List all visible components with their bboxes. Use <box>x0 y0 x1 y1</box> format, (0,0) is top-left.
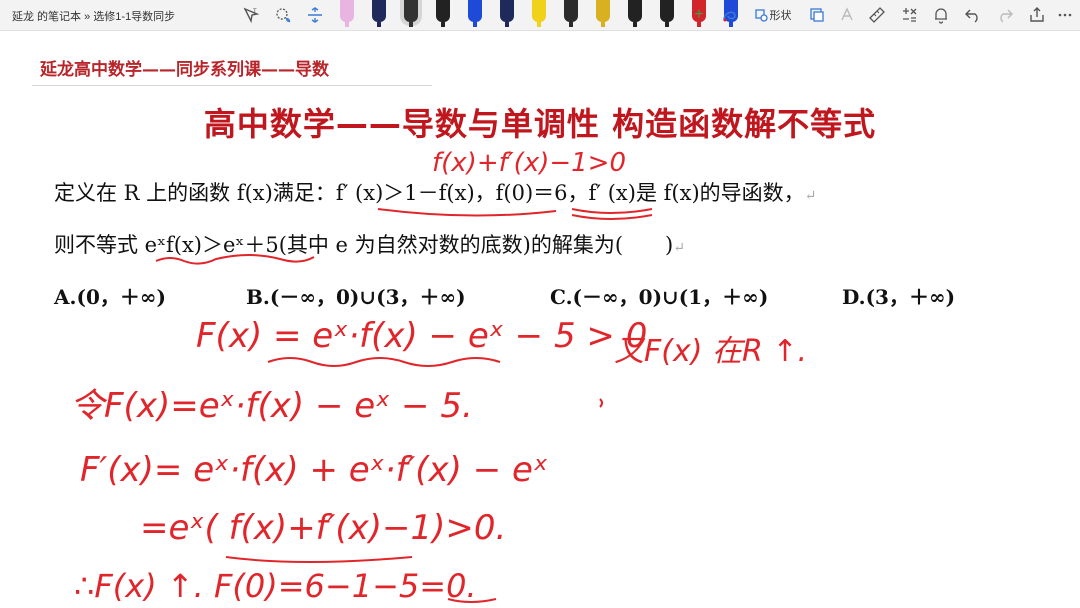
ink-underline <box>377 208 557 217</box>
title-bar: 延龙 的笔记本 » 选修1-1导数同步 T + 形状 <box>0 0 1080 31</box>
pen-swatch[interactable] <box>628 0 642 27</box>
shapes-label: 形状 <box>769 10 792 22</box>
pen-swatch[interactable] <box>532 0 546 27</box>
undo-icon[interactable] <box>962 5 984 25</box>
pen-swatch[interactable] <box>660 0 674 27</box>
insert-space-icon[interactable] <box>304 5 326 25</box>
pen-swatch[interactable] <box>596 0 610 27</box>
ink-to-shape-icon[interactable] <box>806 5 828 25</box>
ink-underline <box>571 214 653 220</box>
handwriting-line-5: ∴F(x) ↑. F(0)=6−1−5=0. <box>74 567 477 605</box>
handwriting-line-4: =eˣ( f(x)+f′(x)−1)>0. <box>140 508 506 548</box>
ink-underline <box>155 254 315 265</box>
pen-swatch[interactable] <box>404 0 418 27</box>
pen-swatch[interactable] <box>340 0 354 27</box>
handwriting-line-3: F′(x)= eˣ·f(x) + eˣ·f′(x) − eˣ <box>80 450 548 490</box>
ink-underline <box>225 556 413 563</box>
share-icon[interactable] <box>1026 5 1048 25</box>
note-page[interactable]: 延龙高中数学——同步系列课——导数 高中数学——导数与单调性 构造函数解不等式 … <box>0 31 1080 608</box>
pen-swatch[interactable] <box>436 0 450 27</box>
pen-swatch[interactable] <box>372 0 386 27</box>
pen-swatch[interactable] <box>468 0 482 27</box>
pen-swatch[interactable] <box>564 0 578 27</box>
handwriting-line-2: 令F(x)=eˣ·f(x) − eˣ − 5. <box>70 386 473 426</box>
breadcrumb[interactable]: 延龙 的笔记本 » 选修1-1导数同步 <box>12 8 175 24</box>
math-icon[interactable] <box>898 5 920 25</box>
handwriting-side-note: 又F(x) 在R ↑. <box>614 334 807 369</box>
more-options-icon[interactable] <box>1054 5 1076 25</box>
ink-dot <box>599 398 603 408</box>
pen-swatch[interactable] <box>500 0 514 27</box>
handwriting-line-1: F(x) = eˣ·f(x) − eˣ − 5 > 0 <box>196 316 647 356</box>
shapes-button[interactable]: 形状 <box>750 5 796 25</box>
add-pen-icon[interactable]: + <box>690 5 708 25</box>
ink-to-text-icon[interactable] <box>836 5 858 25</box>
redo-icon[interactable] <box>994 5 1016 25</box>
lasso-icon[interactable] <box>272 5 294 25</box>
ink-to-math-icon[interactable] <box>718 5 742 25</box>
ink-underline <box>571 208 653 214</box>
handwriting-above-q1: f(x)+f′(x)−1>0 <box>432 148 626 178</box>
ruler-icon[interactable] <box>866 5 888 25</box>
notification-bell-icon[interactable] <box>930 5 952 25</box>
lasso-select-icon[interactable]: T <box>240 5 262 25</box>
svg-text:T: T <box>253 9 257 15</box>
ink-layer: f(x)+f′(x)−1>0 F(x) = eˣ·f(x) − eˣ − 5 >… <box>70 148 807 605</box>
shapes-icon <box>754 8 768 22</box>
ink-underline <box>267 357 501 367</box>
